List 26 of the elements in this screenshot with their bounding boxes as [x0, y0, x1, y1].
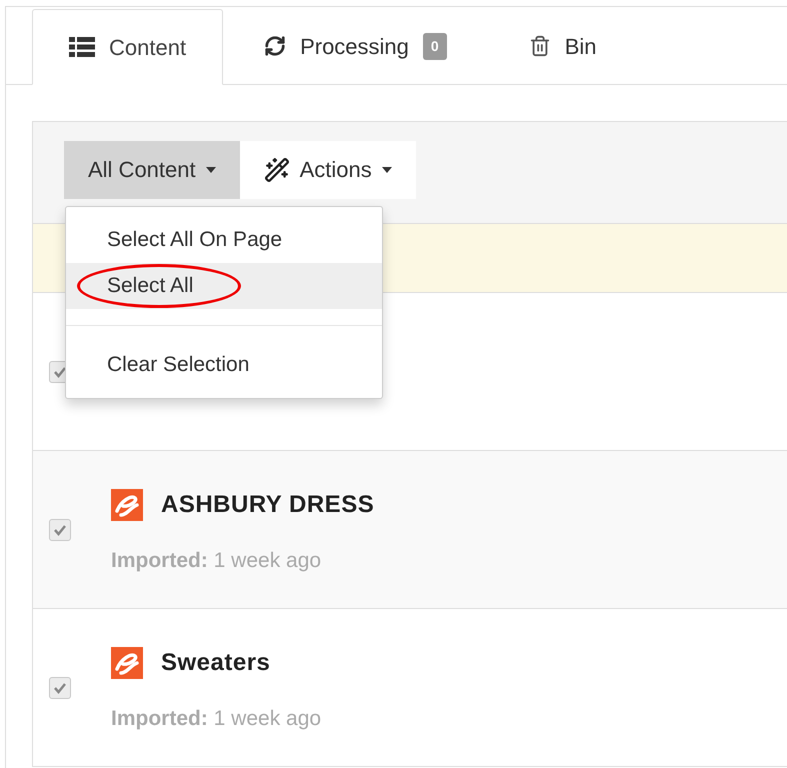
menu-item[interactable]: Clear Selection	[66, 342, 382, 388]
import-date: Imported: 1 week ago	[111, 706, 322, 732]
tab[interactable]: Bin	[488, 8, 638, 84]
caret-icon	[206, 166, 216, 172]
logo-icon	[111, 488, 143, 521]
magic-wand-icon	[264, 156, 290, 182]
refresh-icon	[264, 35, 286, 57]
dropdown-button[interactable]: All Content	[64, 140, 240, 198]
trash-icon	[528, 35, 551, 57]
logo-icon	[111, 646, 143, 679]
menu-item[interactable]: Select All On Page	[66, 217, 382, 263]
check-icon	[53, 682, 67, 694]
caret-icon	[382, 166, 392, 172]
checkbox[interactable]	[49, 518, 71, 540]
item-title[interactable]: Sweaters	[161, 644, 270, 681]
menu-item[interactable]: Select All	[66, 263, 382, 309]
check-icon	[53, 366, 67, 378]
tab[interactable]: Processing 0	[223, 8, 488, 84]
item-title[interactable]: ASHBURY DRESS	[161, 486, 374, 523]
tab[interactable]: Content	[32, 9, 224, 85]
check-icon	[53, 524, 67, 536]
dropdown-button[interactable]: Actions	[240, 140, 416, 198]
list-icon	[69, 37, 95, 57]
count-badge: 0	[422, 32, 447, 60]
import-date: Imported: 1 week ago	[111, 548, 322, 574]
checkbox[interactable]	[49, 676, 71, 698]
